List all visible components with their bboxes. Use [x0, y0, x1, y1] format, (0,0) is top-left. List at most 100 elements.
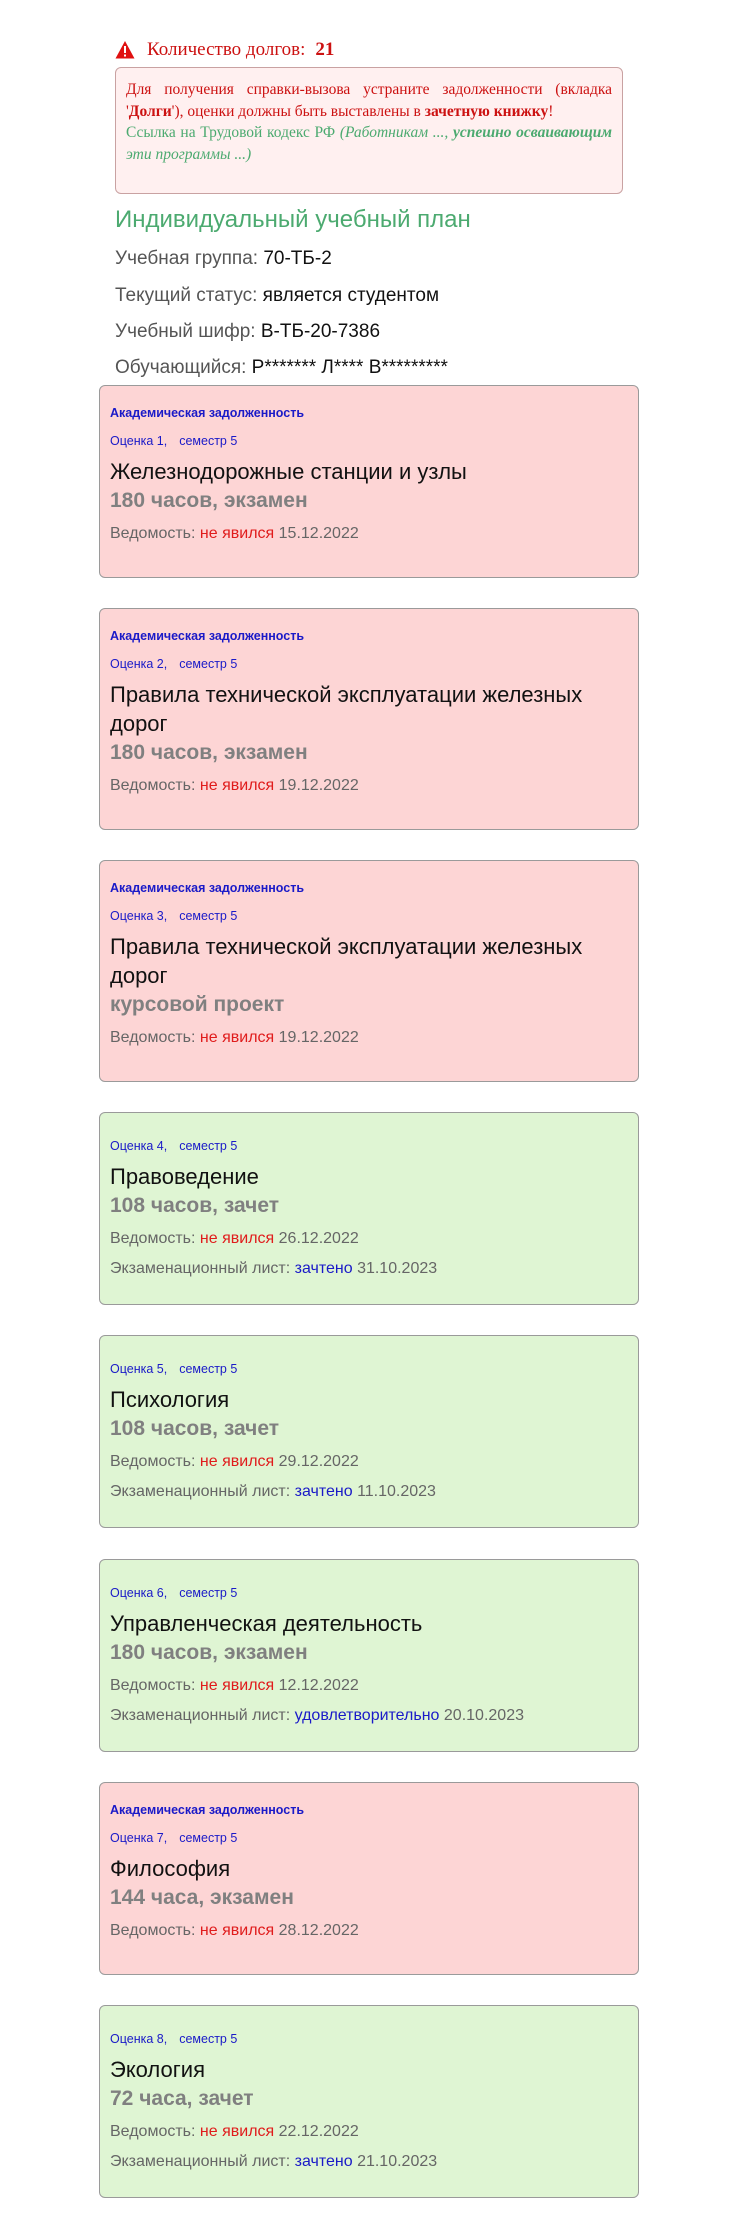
grade-sheet-date: 26.12.2022	[278, 1230, 359, 1247]
subject-title: Философия	[110, 1856, 231, 1881]
grade-card-2[interactable]: Академическая задолженность Оценка 2, сем…	[99, 608, 639, 830]
semester: семестр 5	[179, 2032, 238, 2046]
labor-code-quote-2: эти программы ...)	[126, 145, 252, 163]
exam-sheet-label: Экзаменационный лист:	[110, 1483, 291, 1500]
grade-card-3[interactable]: Академическая задолженность Оценка 3, сем…	[99, 860, 639, 1082]
exam-sheet-row: Экзаменационный лист: зачтено 31.10.2023	[110, 1258, 628, 1280]
subject-title: Экология	[110, 2057, 205, 2082]
grade-sheet-label: Ведомость:	[110, 777, 196, 794]
semester: семестр 5	[179, 909, 238, 923]
exam-sheet-result: зачтено	[294, 2153, 353, 2170]
semester: семестр 5	[179, 657, 238, 671]
subject-title: Железнодорожные станции и узлы	[110, 459, 467, 484]
student-value: Р******* Л**** В*********	[251, 357, 448, 378]
labor-code-link[interactable]: Ссылка на Трудовой кодекс РФ	[126, 124, 335, 141]
notice-debts-tab[interactable]: Долги	[129, 103, 172, 120]
semester: семестр 5	[179, 1139, 238, 1153]
grade-line: Оценка 2, семестр 5	[110, 657, 628, 673]
student-label: Обучающийся:	[115, 357, 247, 378]
exam-sheet-label: Экзаменационный лист:	[110, 2153, 291, 2170]
grade-sheet-row: Ведомость: не явился 28.12.2022	[110, 1920, 628, 1942]
notice-record-book: зачетную книжку	[424, 102, 549, 120]
academic-debt-badge: Академическая задолженность	[110, 629, 305, 643]
exam-sheet-row: Экзаменационный лист: зачтено 21.10.2023	[110, 2151, 628, 2173]
exam-sheet-label: Экзаменационный лист:	[110, 1707, 291, 1724]
subject-hours: 108 часов, зачет	[110, 1194, 280, 1217]
subject-hours: курсовой проект	[110, 993, 285, 1016]
grade-sheet-date: 22.12.2022	[278, 2123, 359, 2140]
grade-number: Оценка 1,	[110, 434, 168, 448]
grade-sheet-date: 28.12.2022	[278, 1922, 359, 1939]
status-row: Текущий статус: является студентом	[115, 285, 439, 307]
grade-sheet-row: Ведомость: не явился 22.12.2022	[110, 2121, 628, 2143]
plan-title: Индивидуальный учебный план	[115, 206, 471, 233]
grade-number: Оценка 8,	[110, 2032, 168, 2046]
grade-number: Оценка 6,	[110, 1586, 168, 1600]
semester: семестр 5	[179, 1831, 238, 1845]
status-value: является студентом	[262, 285, 440, 306]
study-group-label: Учебная группа:	[115, 248, 259, 269]
grade-sheet-row: Ведомость: не явился 29.12.2022	[110, 1451, 628, 1473]
exam-sheet-date: 20.10.2023	[443, 1707, 524, 1724]
study-group-row: Учебная группа: 70-ТБ-2	[115, 248, 332, 270]
grade-number: Оценка 7,	[110, 1831, 168, 1845]
grade-sheet-result: не явился	[199, 525, 275, 542]
exam-sheet-row: Экзаменационный лист: удовлетворительно …	[110, 1705, 628, 1727]
academic-debt-badge: Академическая задолженность	[110, 406, 305, 420]
grade-sheet-label: Ведомость:	[110, 1453, 196, 1470]
notice-box: Для получения справки-вызова устраните з…	[115, 67, 623, 194]
subject-title: Правила технической эксплуатации железны…	[110, 682, 583, 736]
grade-sheet-result: не явился	[199, 1922, 275, 1939]
grade-number: Оценка 2,	[110, 657, 168, 671]
grade-number: Оценка 5,	[110, 1362, 168, 1376]
grade-line: Оценка 4, семестр 5	[110, 1139, 628, 1155]
grade-sheet-label: Ведомость:	[110, 1677, 196, 1694]
grade-sheet-date: 19.12.2022	[278, 777, 359, 794]
subject-title: Управленческая деятельность	[110, 1611, 423, 1636]
grade-sheet-row: Ведомость: не явился 26.12.2022	[110, 1228, 628, 1250]
grade-sheet-row: Ведомость: не явился 15.12.2022	[110, 523, 628, 545]
grade-line: Оценка 7, семестр 5	[110, 1831, 628, 1847]
grade-sheet-label: Ведомость:	[110, 2123, 196, 2140]
grade-sheet-date: 29.12.2022	[278, 1453, 359, 1470]
grade-card-4[interactable]: Оценка 4, семестр 5 Правоведение 108 часо…	[99, 1112, 639, 1305]
academic-debt-badge: Академическая задолженность	[110, 881, 305, 895]
grade-number: Оценка 4,	[110, 1139, 168, 1153]
grade-sheet-date: 19.12.2022	[278, 1029, 359, 1046]
grade-line: Оценка 8, семестр 5	[110, 2032, 628, 2048]
grade-sheet-row: Ведомость: не явился 19.12.2022	[110, 775, 628, 797]
grade-sheet-result: не явился	[199, 1029, 275, 1046]
grade-card-6[interactable]: Оценка 6, семестр 5 Управленческая деятел…	[99, 1559, 639, 1752]
grade-sheet-result: не явился	[199, 2123, 275, 2140]
exam-sheet-row: Экзаменационный лист: зачтено 11.10.2023	[110, 1481, 628, 1503]
grade-card-8[interactable]: Оценка 8, семестр 5 Экология 72 часа, зач…	[99, 2005, 639, 2198]
subject-title: Психология	[110, 1387, 230, 1412]
academic-debt-badge: Академическая задолженность	[110, 1803, 305, 1817]
grade-line: Оценка 3, семестр 5	[110, 909, 628, 925]
exam-sheet-date: 21.10.2023	[357, 2153, 438, 2170]
subject-title: Правоведение	[110, 1164, 259, 1189]
warning-icon	[115, 40, 135, 60]
subject-hours: 180 часов, экзамен	[110, 489, 308, 512]
cipher-value: В-ТБ-20-7386	[260, 321, 381, 342]
labor-code-quote-1: (Работникам ...,	[339, 124, 453, 141]
debt-count-header: Количество долгов: 21	[115, 35, 334, 65]
grade-sheet-row: Ведомость: не явился 19.12.2022	[110, 1027, 628, 1049]
grade-card-1[interactable]: Академическая задолженность Оценка 1, сем…	[99, 385, 639, 578]
exam-sheet-result: зачтено	[294, 1260, 353, 1277]
study-group-value: 70-ТБ-2	[263, 248, 332, 269]
grade-line: Оценка 6, семестр 5	[110, 1586, 628, 1602]
grade-card-7[interactable]: Академическая задолженность Оценка 7, сем…	[99, 1782, 639, 1975]
subject-hours: 180 часов, экзамен	[110, 741, 308, 764]
grade-card-5[interactable]: Оценка 5, семестр 5 Психология 108 часов,…	[99, 1335, 639, 1528]
semester: семестр 5	[179, 434, 238, 448]
exam-sheet-date: 31.10.2023	[357, 1260, 438, 1277]
subject-hours: 144 часа, экзамен	[110, 1886, 294, 1909]
labor-code-quote-bold: успешно осваивающим	[452, 124, 613, 141]
grade-line: Оценка 1, семестр 5	[110, 434, 628, 450]
grade-sheet-date: 15.12.2022	[278, 525, 359, 542]
exam-sheet-result: зачтено	[294, 1483, 353, 1500]
debt-count-label: Количество долгов:	[147, 39, 306, 60]
grade-sheet-date: 12.12.2022	[278, 1677, 359, 1694]
subject-hours: 72 часа, зачет	[110, 2087, 254, 2110]
